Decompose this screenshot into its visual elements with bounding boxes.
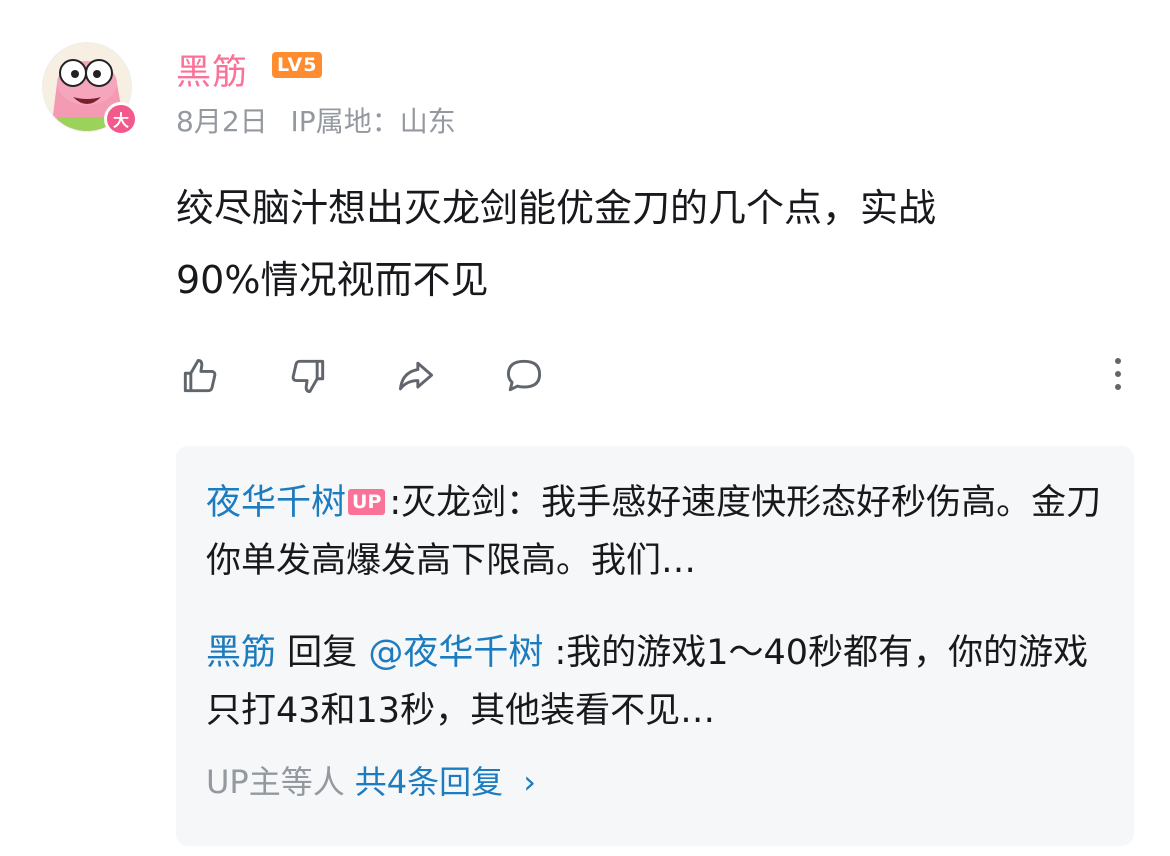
thumbs-up-icon [183, 358, 217, 393]
reply-word: 回复 [287, 633, 358, 673]
comment-meta: 8月2日 IP属地：山东 [176, 100, 470, 140]
thumbs-down-icon [291, 359, 325, 394]
reply-item[interactable]: 黑筋 回复 @夜华千树 :我的游戏1～40秒都有，你的游戏只打43和13秒，其他… [206, 624, 1106, 740]
comment-text-line: 90%情况视而不见 [176, 258, 489, 302]
like-button[interactable] [176, 352, 224, 400]
comment-date: 8月2日 [176, 105, 268, 138]
comment-text: 绞尽脑汁想出灭龙剑能优金刀的几个点，实战 90%情况视而不见 [176, 172, 1116, 316]
comment-item: 大 黑筋 LV5 8月2日 IP属地：山东 绞尽脑汁想出灭龙剑能优金刀的几个点，… [0, 0, 1170, 856]
ip-location: IP属地：山东 [290, 105, 456, 138]
comment-icon [506, 359, 542, 392]
chevron-right-icon: › [523, 763, 537, 801]
vip-badge: 大 [104, 102, 138, 136]
more-options-button[interactable] [1110, 358, 1126, 398]
share-button[interactable] [392, 352, 440, 400]
dislike-button[interactable] [284, 352, 332, 400]
avatar[interactable]: 大 [42, 42, 138, 136]
reply-author[interactable]: 黑筋 [206, 633, 276, 673]
reply-item[interactable]: 夜华千树 UP:灭龙剑：我手感好速度快形态好秒伤高。金刀你单发高爆发高下限高。我们… [206, 474, 1106, 590]
username[interactable]: 黑筋 [176, 44, 248, 95]
reply-author[interactable]: 夜华千树 [206, 483, 346, 523]
level-badge: LV5 [272, 52, 323, 78]
reply-mention[interactable]: @夜华千树 [368, 633, 543, 673]
reply-button[interactable] [500, 352, 548, 400]
more-replies-prefix: UP主等人 [206, 763, 345, 801]
action-bar [176, 352, 1126, 402]
more-vertical-icon [1115, 358, 1121, 364]
share-icon [398, 361, 434, 391]
more-replies[interactable]: UP主等人 共4条回复 › [206, 762, 536, 802]
reply-preview-box[interactable]: 夜华千树 UP:灭龙剑：我手感好速度快形态好秒伤高。金刀你单发高爆发高下限高。我们… [176, 446, 1134, 846]
comment-text-line: 绞尽脑汁想出灭龙剑能优金刀的几个点，实战 [176, 186, 937, 230]
more-replies-link[interactable]: 共4条回复 [355, 763, 503, 801]
up-tag: UP [348, 489, 386, 515]
